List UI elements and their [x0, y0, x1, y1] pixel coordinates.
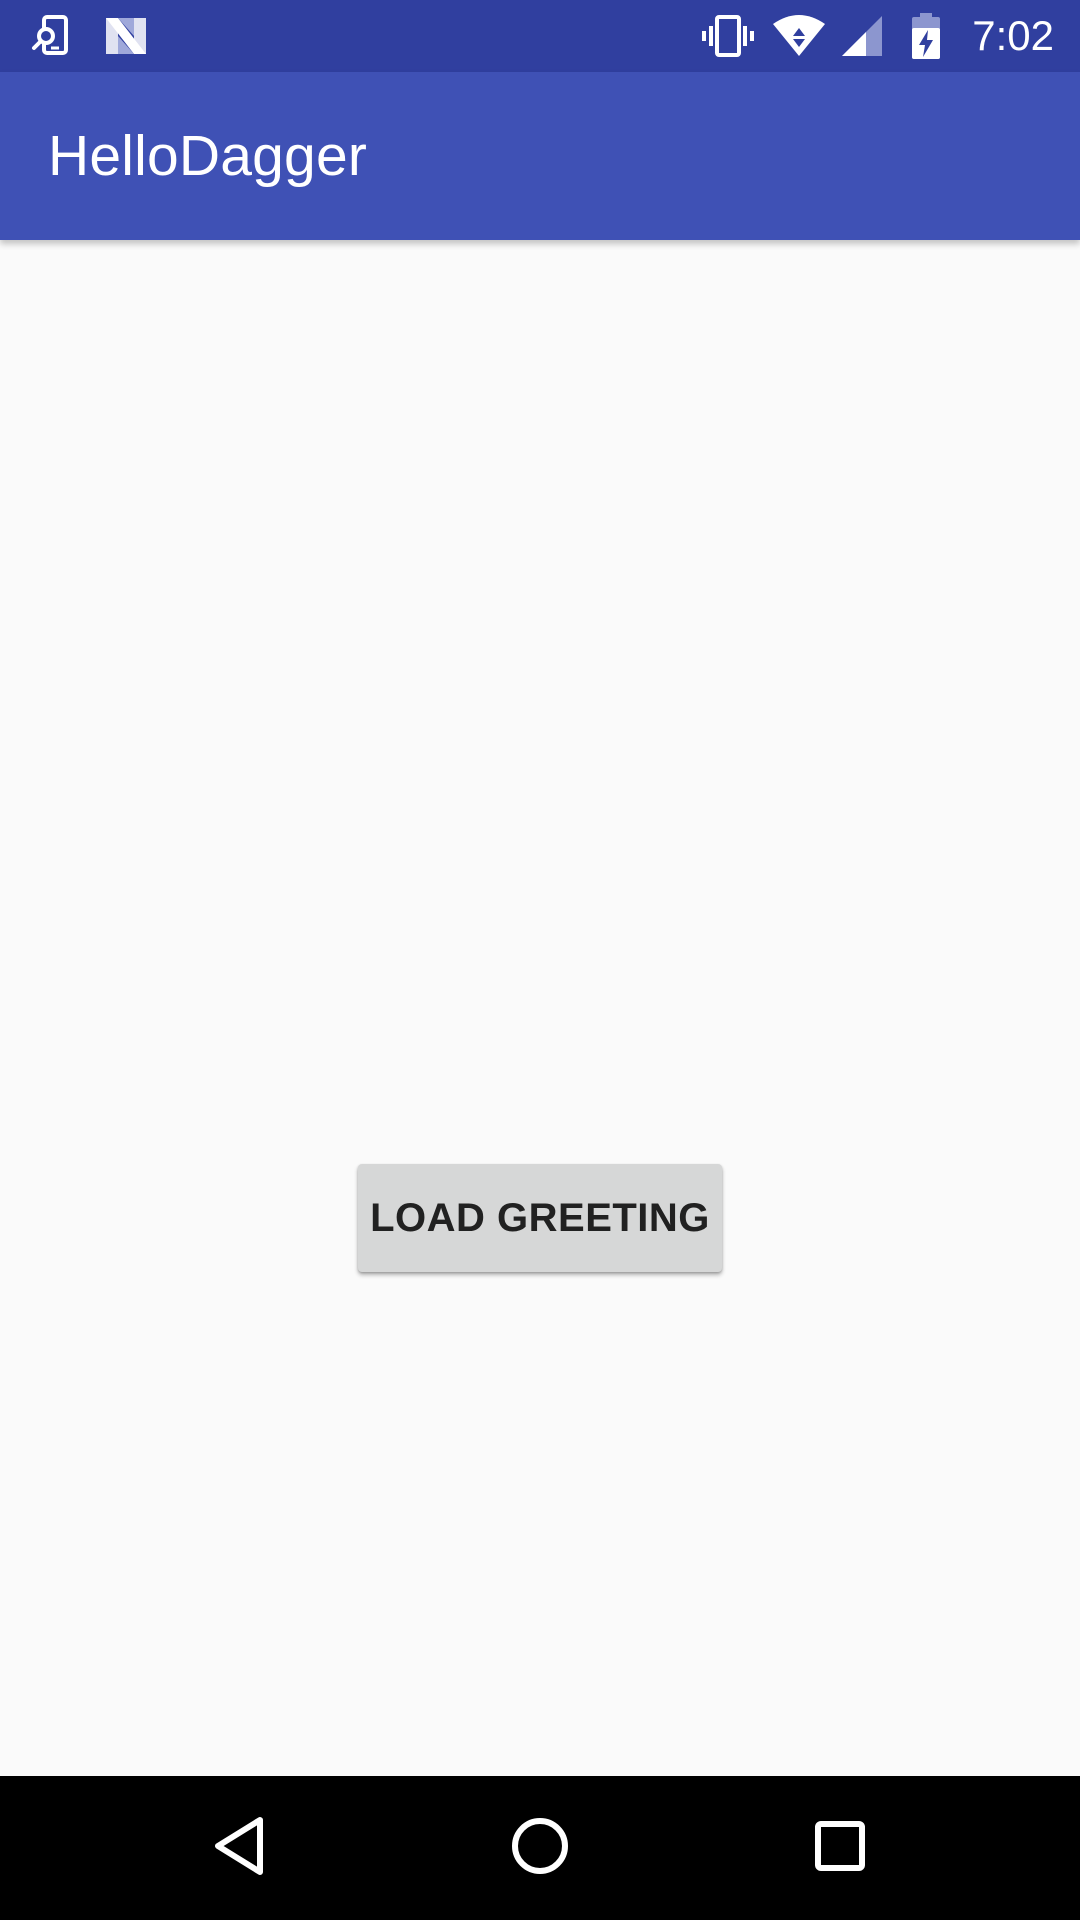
status-time: 7:02 — [972, 12, 1054, 59]
recents-button[interactable] — [750, 1776, 930, 1920]
phone-search-icon — [28, 0, 76, 72]
home-icon — [509, 1815, 571, 1882]
navigation-bar — [0, 1776, 1080, 1920]
app-screen: 7:02 HelloDagger LOAD GREETING — [0, 0, 1080, 1920]
back-icon — [210, 1814, 270, 1883]
cell-signal-icon — [836, 0, 886, 72]
main-content: LOAD GREETING — [0, 240, 1080, 1776]
app-title: HelloDagger — [48, 124, 368, 188]
load-greeting-button[interactable]: LOAD GREETING — [358, 1164, 722, 1272]
vibrate-icon — [700, 0, 756, 72]
battery-charging-icon — [906, 0, 946, 72]
back-button[interactable] — [150, 1776, 330, 1920]
recents-icon — [812, 1818, 868, 1879]
wifi-icon — [770, 0, 828, 72]
home-button[interactable] — [450, 1776, 630, 1920]
app-bar: HelloDagger — [0, 72, 1080, 240]
status-bar: 7:02 — [0, 0, 1080, 72]
n-preview-icon — [102, 0, 150, 72]
